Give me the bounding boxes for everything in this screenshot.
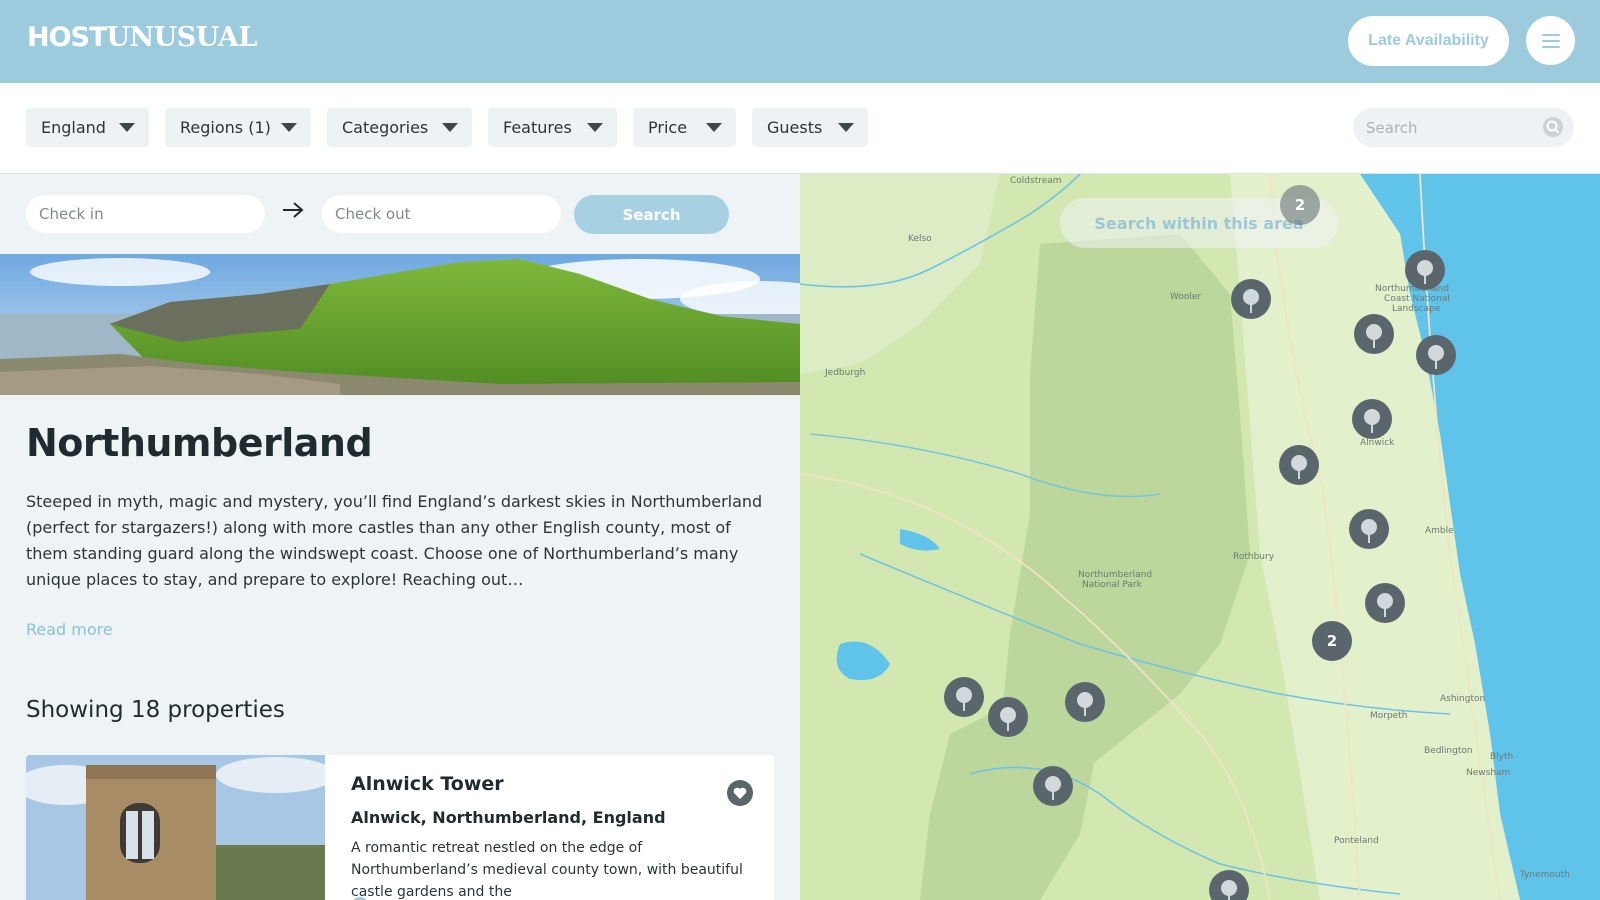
map-label: Northumberland: [1078, 570, 1153, 580]
map-pin-icon[interactable]: [1349, 509, 1389, 549]
chevron-down-icon: [442, 123, 458, 132]
filter-price[interactable]: Price: [633, 108, 736, 147]
map-pin-icon[interactable]: [1416, 335, 1456, 375]
map[interactable]: Coldstream Kelso Wooler Jedburgh Northum…: [800, 174, 1600, 900]
map-label: Ashington: [1440, 694, 1486, 704]
map-pin-icon[interactable]: [1033, 766, 1073, 806]
filter-label: England: [41, 118, 106, 137]
map-pin-icon[interactable]: [1279, 445, 1319, 485]
filter-label: Guests: [767, 118, 823, 137]
filter-label: Features: [503, 118, 572, 137]
map-label: Coast National: [1384, 294, 1450, 304]
arrow-right-icon: [283, 202, 304, 218]
date-search-button[interactable]: Search: [574, 195, 729, 234]
date-row: Search: [0, 174, 800, 254]
map-label: National Park: [1082, 580, 1142, 590]
search-input[interactable]: [1353, 108, 1574, 147]
map-label: Wooler: [1170, 292, 1202, 302]
map-label: Morpeth: [1370, 711, 1408, 721]
heart-icon[interactable]: [727, 780, 753, 806]
chevron-down-icon: [281, 123, 297, 132]
filter-label: Categories: [342, 118, 429, 137]
filter-country[interactable]: England: [26, 108, 149, 147]
map-label: Tynemouth: [1520, 870, 1570, 880]
map-label: Coldstream: [1010, 176, 1062, 186]
map-pin-icon[interactable]: [1352, 399, 1392, 439]
late-availability-button[interactable]: Late Availability: [1348, 16, 1509, 66]
logo-host: HOST: [27, 22, 107, 53]
region-banner-image: [0, 254, 800, 395]
chevron-down-icon: [119, 123, 135, 132]
map-pin-icon[interactable]: [1231, 279, 1271, 319]
read-more-link[interactable]: Read more: [26, 620, 113, 639]
map-pin-icon[interactable]: [1065, 682, 1105, 722]
filter-features[interactable]: Features: [488, 108, 617, 147]
site-header: HOST UNUSUAL Late Availability: [0, 0, 1600, 83]
map-base: [800, 174, 1600, 900]
filter-categories[interactable]: Categories: [327, 108, 472, 147]
property-card[interactable]: Alnwick Tower Alnwick, Northumberland, E…: [26, 755, 774, 900]
check-out-input[interactable]: [322, 195, 561, 233]
results-count: Showing 18 properties: [26, 697, 285, 723]
region-description: Steeped in myth, magic and mystery, you’…: [26, 492, 763, 589]
property-image: [26, 755, 325, 900]
map-label: Landscape: [1392, 304, 1441, 314]
map-label: Bedlington: [1424, 746, 1473, 756]
map-label: Rothbury: [1233, 552, 1275, 562]
map-label: Kelso: [908, 234, 932, 244]
map-pin-icon[interactable]: [1365, 583, 1405, 623]
chevron-down-icon: [587, 123, 603, 132]
region-title: Northumberland: [26, 421, 373, 465]
map-label: Blyth: [1490, 752, 1514, 762]
map-label: Newsham: [1466, 768, 1511, 778]
map-cluster[interactable]: 2: [1312, 621, 1352, 661]
filter-guests[interactable]: Guests: [752, 108, 868, 147]
filter-label: Price: [648, 118, 688, 137]
logo-unusual: UNUSUAL: [106, 22, 257, 53]
chevron-down-icon: [838, 123, 854, 132]
menu-button[interactable]: [1526, 16, 1575, 65]
map-label: Ponteland: [1334, 836, 1379, 846]
map-pin-icon[interactable]: [1405, 250, 1445, 290]
property-title[interactable]: Alnwick Tower: [351, 773, 504, 795]
map-cluster[interactable]: 2: [1280, 185, 1320, 225]
map-label: Jedburgh: [825, 368, 866, 378]
map-pin-icon[interactable]: [944, 677, 984, 717]
map-pin-icon[interactable]: [1354, 314, 1394, 354]
filter-bar: England Regions (1) Categories Features …: [0, 83, 1600, 174]
filter-regions[interactable]: Regions (1): [165, 108, 311, 147]
map-label: Amble: [1425, 526, 1454, 536]
property-description: A romantic retreat nestled on the edge o…: [351, 840, 743, 900]
hamburger-menu-icon: [1541, 33, 1560, 48]
filter-label: Regions (1): [180, 118, 271, 137]
map-pin-icon[interactable]: [988, 697, 1028, 737]
search-icon[interactable]: [1543, 117, 1563, 137]
check-in-input[interactable]: [26, 195, 265, 233]
logo[interactable]: HOST UNUSUAL: [27, 22, 257, 58]
chevron-down-icon: [706, 123, 722, 132]
property-location: Alnwick, Northumberland, England: [351, 808, 666, 827]
map-label: Alnwick: [1360, 438, 1395, 448]
